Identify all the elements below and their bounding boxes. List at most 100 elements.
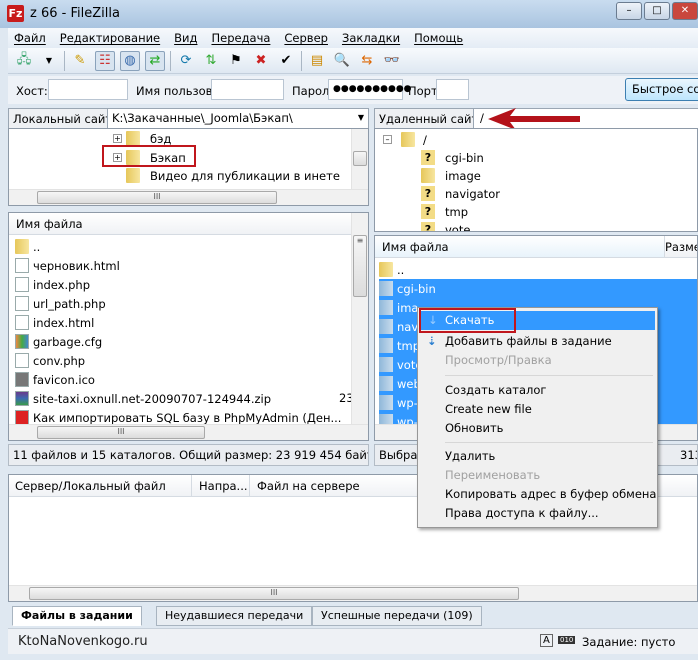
compare-icon[interactable]: 🔍 [332,51,352,71]
host-input[interactable] [48,79,128,100]
quickconnect-button[interactable]: Быстрое соед [625,78,698,101]
menu-item-rename: Переименовать [445,468,541,482]
menu-item-copy-url[interactable]: Копировать адрес в буфер обмена [420,485,656,504]
folder-icon [379,395,393,410]
file-name: nav [397,319,419,334]
column-header-local-file[interactable]: Сервер/Локальный файл [15,479,166,493]
find-icon[interactable]: 👓 [382,51,402,71]
column-header-filename[interactable]: Имя файла [9,213,351,235]
minimize-button[interactable]: – [616,2,642,20]
process-queue-icon[interactable]: ⇅ [201,51,221,71]
menu-edit[interactable]: Редактирование [60,31,160,45]
horizontal-scrollbar[interactable]: III [9,585,697,601]
unknown-folder-icon: ? [421,222,435,231]
file-icon [15,296,29,311]
filter-icon[interactable]: ▤ [307,51,327,71]
column-header-direction[interactable]: Напра... [199,479,248,493]
quickconnect-bar: Хост: Имя пользователя Пароль: ●●●●●●●●●… [8,76,698,104]
transfer-queue-icon[interactable]: ⇄ [145,50,165,71]
folder-icon [15,239,29,254]
file-name: .. [33,239,41,254]
file-row[interactable]: site-taxi.oxnull.net-20090707-124944.zip [15,389,271,408]
tree-item[interactable]: – / [383,130,427,149]
menu-item-permissions[interactable]: Права доступа к файлу... [420,504,655,523]
tree-item[interactable]: ? tmp [421,202,468,221]
file-row[interactable]: index.html [15,313,94,332]
vertical-scrollbar[interactable] [351,129,368,191]
menu-help[interactable]: Помощь [414,31,463,45]
remote-site-label: Удаленный сайт: [379,112,483,126]
tab-successful-transfers[interactable]: Успешные передачи (109) [312,606,482,626]
tab-failed-transfers[interactable]: Неудавшиеся передачи [156,606,313,626]
file-row[interactable]: cgi-bin [379,279,697,298]
message-log-icon[interactable]: ✎ [70,51,90,71]
sync-browse-icon[interactable]: ⇆ [357,51,377,71]
file-row[interactable]: favicon.ico [15,370,95,389]
menu-view[interactable]: Вид [174,31,197,45]
local-file-list: Имя файла .. черновик.html index.php url_pa… [8,212,369,441]
file-name: черновик.html [33,258,120,273]
port-input[interactable] [436,79,469,100]
site-manager-icon[interactable]: 🖧 [14,51,34,71]
close-button[interactable]: ✕ [672,2,698,20]
file-row[interactable]: url_path.php [15,294,106,313]
refresh-icon[interactable]: ⟳ [176,51,196,71]
html-file-icon [15,258,29,273]
menu-item-refresh[interactable]: Обновить [420,419,655,438]
menu-item-add-to-queue[interactable]: ⇣ Добавить файлы в задание [420,332,655,351]
file-row[interactable]: index.php [15,275,90,294]
tree-item[interactable]: ? cgi-bin [421,148,484,167]
file-name: ima [397,300,419,315]
local-tree-icon[interactable]: ☷ [95,50,115,71]
unknown-folder-icon: ? [421,204,435,219]
password-input[interactable]: ●●●●●●●●●● [328,79,412,100]
file-row[interactable]: .. [15,237,40,256]
folder-icon [379,357,393,372]
user-input[interactable] [211,79,284,100]
horizontal-scrollbar[interactable]: III [9,189,368,205]
tree-item[interactable]: image [421,166,481,185]
binary-mode-icon: 010 [558,636,576,644]
html-file-icon [15,315,29,330]
tab-queued-files[interactable]: Файлы в задании [12,606,142,626]
chevron-down-icon[interactable]: ▼ [358,113,364,122]
config-file-icon [15,334,29,349]
cancel-icon[interactable]: ⚑ [226,51,246,71]
file-row[interactable]: garbage.cfg [15,332,102,351]
file-icon [15,353,29,368]
watermark-text: KtoNaNovenkogo.ru [18,634,148,649]
column-header-size[interactable]: Разме [665,236,697,258]
add-to-queue-icon: ⇣ [427,334,437,348]
menu-file[interactable]: Файл [14,31,46,45]
maximize-button[interactable]: □ [644,2,670,20]
window-controls: – □ ✕ [616,2,698,20]
local-path-combo[interactable]: K:\Закачанные\_Joomla\Бэкап\ ▼ [107,108,369,129]
tree-item[interactable]: ? vote [421,220,470,231]
disconnect-icon[interactable]: ✖ [251,51,271,71]
column-header-filename[interactable]: Имя файла [375,236,665,258]
file-icon [15,277,29,292]
dropdown-arrow-icon[interactable]: ▼ [39,51,59,71]
image-file-icon [15,372,29,387]
menu-bookmarks[interactable]: Закладки [342,31,400,45]
menu-item-delete[interactable]: Удалить [420,447,655,466]
tree-item[interactable]: ? navigator [421,184,500,203]
file-name: .. [397,262,405,277]
menu-server[interactable]: Сервер [284,31,328,45]
file-row[interactable]: черновик.html [15,256,120,275]
menu-item-create-directory[interactable]: Создать каталог [420,381,655,400]
reconnect-icon[interactable]: ✔ [276,51,296,71]
file-name: site-taxi.oxnull.net-20090707-124944.zip [33,391,272,406]
menu-transfer[interactable]: Передача [211,31,270,45]
column-header-remote-file[interactable]: Файл на сервере [257,479,360,493]
tree-item[interactable]: Видео для публикации в инете [126,166,340,185]
filter-indicator-icon: A [540,634,553,647]
folder-icon [379,281,393,296]
file-name: cgi-bin [397,281,436,296]
remote-tree-icon[interactable]: ◍ [120,50,140,71]
file-row[interactable]: .. [379,260,697,279]
menu-item-create-file[interactable]: Create new file [420,400,655,419]
horizontal-scrollbar[interactable]: III [9,424,368,440]
file-row[interactable]: conv.php [15,351,85,370]
vertical-scrollbar[interactable]: ≡ [351,213,368,426]
